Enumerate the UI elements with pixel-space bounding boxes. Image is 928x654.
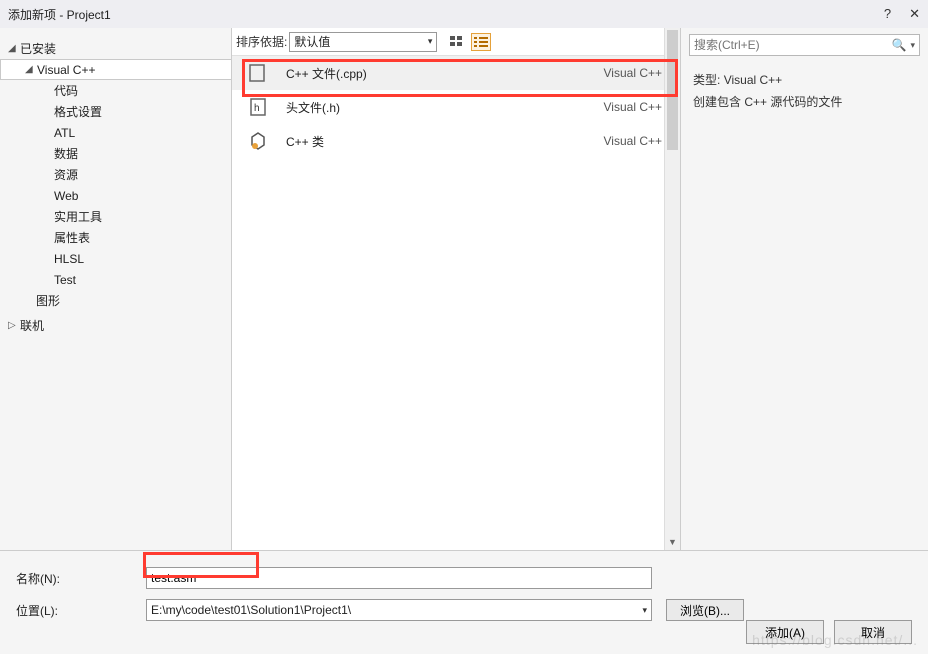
search-icon: 🔍 [892,38,907,52]
template-lang: Visual C++ [604,100,662,114]
template-icon: ++ [246,61,270,85]
template-name: C++ 类 [286,133,604,150]
scrollbar[interactable]: ▲ ▼ [664,28,680,550]
template-item[interactable]: ++ C++ 文件(.cpp)Visual C++ [232,56,680,90]
type-label: 类型: [693,73,720,87]
tree-online[interactable]: ▷ 联机 [0,315,231,336]
template-lang: Visual C++ [604,66,662,80]
svg-text:h: h [254,103,260,114]
sort-value: 默认值 [294,33,330,50]
svg-text:++: ++ [258,63,268,65]
titlebar: 添加新项 - Project1 ? ✕ [0,0,928,28]
template-item[interactable]: C++ 类Visual C++ [232,124,680,158]
chevron-down-icon: ◢ [25,64,37,75]
add-button[interactable]: 添加(A) [746,620,824,644]
tree-item[interactable]: 属性表 [0,227,231,248]
type-value: Visual C++ [724,73,782,87]
tree-visual-cpp[interactable]: ◢ Visual C++ [0,59,232,80]
grid-icon [450,36,464,48]
dropdown-icon[interactable]: ▾ [910,40,915,51]
sidebar: ◢ 已安装 ◢ Visual C++ 代码格式设置 ATL 数据资源 Web 实用工具属… [0,28,232,550]
tree-item[interactable]: 数据 [0,143,231,164]
tree-item[interactable]: 格式设置 [0,101,231,122]
template-item[interactable]: h 头文件(.h)Visual C++ [232,90,680,124]
chevron-down-icon: ◢ [8,43,20,54]
search-input[interactable]: 🔍 ▾ [689,34,920,56]
tree-label: Visual C++ [37,63,95,77]
tree-label: 属性表 [54,229,90,246]
template-name: 头文件(.h) [286,99,604,116]
view-medium-icons[interactable] [447,33,467,51]
form-area: 名称(N): 位置(L): E:\my\code\test01\Solution… [0,550,928,654]
location-combo[interactable]: E:\my\code\test01\Solution1\Project1\ [146,599,652,621]
template-lang: Visual C++ [604,134,662,148]
tree-label: 图形 [36,292,60,309]
tree-item[interactable]: 资源 [0,164,231,185]
tree-item[interactable]: HLSL [0,248,231,269]
tree-label: HLSL [54,252,84,266]
tree-item[interactable]: 代码 [0,80,231,101]
help-button[interactable]: ? [884,6,891,22]
name-label: 名称(N): [16,570,146,587]
sort-label: 排序依据: [236,33,287,50]
dialog-title: 添加新项 - Project1 [8,6,884,23]
tree-label: 联机 [20,317,44,334]
location-label: 位置(L): [16,602,146,619]
chevron-right-icon: ▷ [8,320,20,331]
tree-label: 已安装 [20,40,56,57]
details-pane: 🔍 ▾ 类型: Visual C++ 创建包含 C++ 源代码的文件 [680,28,928,550]
template-pane: 排序依据: 默认值 ++C++ 文件(.cpp)Visual C++h头文件(.… [232,28,680,550]
template-list: ++C++ 文件(.cpp)Visual C++h头文件(.h)Visual C… [232,56,680,550]
name-input[interactable] [146,567,652,589]
tree-item[interactable]: Test [0,269,231,290]
tree-installed[interactable]: ◢ 已安装 [0,38,231,59]
view-small-icons[interactable] [471,33,491,51]
tree-item[interactable]: 实用工具 [0,206,231,227]
tree-label: 实用工具 [54,208,102,225]
tree-label: 代码 [54,82,78,99]
tree-label: Web [54,189,78,203]
tree-graphics[interactable]: 图形 [0,290,231,311]
tree-item[interactable]: Web [0,185,231,206]
tree-label: Test [54,273,76,287]
template-name: C++ 文件(.cpp) [286,65,604,82]
search-field[interactable] [694,38,892,52]
template-icon: h [246,95,270,119]
cancel-button[interactable]: 取消 [834,620,912,644]
tree-label: 数据 [54,145,78,162]
sort-combo[interactable]: 默认值 [289,32,437,52]
list-icon [474,36,488,48]
template-description: 创建包含 C++ 源代码的文件 [693,92,916,114]
scroll-down-icon[interactable]: ▼ [665,534,680,550]
tree-item[interactable]: ATL [0,122,231,143]
template-icon [246,129,270,153]
tree-label: 格式设置 [54,103,102,120]
scroll-thumb[interactable] [667,30,678,150]
tree-label: ATL [54,126,75,140]
browse-button[interactable]: 浏览(B)... [666,599,744,621]
location-value: E:\my\code\test01\Solution1\Project1\ [151,603,351,617]
tree-label: 资源 [54,166,78,183]
close-button[interactable]: ✕ [909,6,920,22]
